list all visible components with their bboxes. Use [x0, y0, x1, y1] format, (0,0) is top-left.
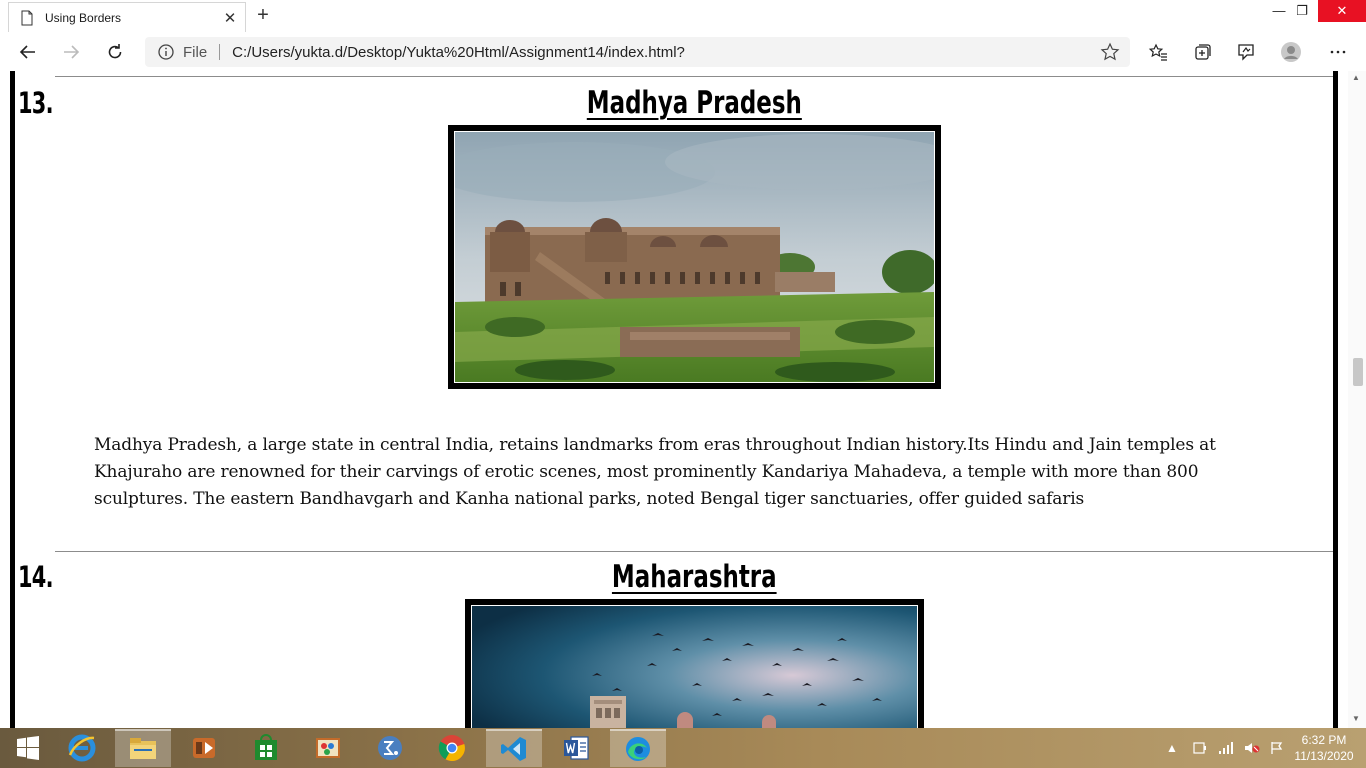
- scrollbar-thumb[interactable]: [1353, 358, 1363, 386]
- scheme-label: File: [183, 43, 208, 61]
- taskbar-internet-explorer[interactable]: [54, 729, 110, 767]
- profile-button[interactable]: [1280, 41, 1302, 63]
- url-text[interactable]: C:/Users/yukta.d/Desktop/Yukta%20Html/As…: [232, 44, 1100, 61]
- taskbar-media-player[interactable]: [176, 729, 232, 767]
- madhya-pradesh-photo: [448, 125, 941, 389]
- restore-button[interactable]: ❐: [1282, 0, 1322, 24]
- taskbar-word[interactable]: [548, 729, 604, 767]
- feedback-button[interactable]: [1235, 41, 1257, 63]
- taskbar-math-input[interactable]: [362, 729, 418, 767]
- show-hidden-icons-icon[interactable]: ▲: [1166, 741, 1178, 755]
- taskbar-chrome[interactable]: [424, 729, 480, 767]
- section-divider: [55, 76, 1333, 77]
- taskbar-paint[interactable]: [300, 729, 356, 767]
- word-icon: [564, 736, 589, 760]
- refresh-button[interactable]: [100, 38, 130, 66]
- clock-time: 6:32 PM: [1301, 733, 1347, 747]
- store-icon: [255, 734, 277, 760]
- taskbar-store[interactable]: [238, 729, 294, 767]
- chrome-icon: [438, 735, 465, 762]
- settings-menu-button[interactable]: [1327, 41, 1349, 63]
- clock-date: 11/13/2020: [1294, 749, 1354, 763]
- address-separator: [219, 44, 221, 60]
- info-icon[interactable]: [157, 43, 175, 61]
- favorite-star-icon[interactable]: [1100, 42, 1120, 62]
- page-border-right: [1333, 71, 1338, 728]
- scroll-up-arrow-icon[interactable]: ▲: [1352, 73, 1360, 82]
- forward-button[interactable]: [56, 38, 86, 66]
- volume-muted-icon[interactable]: [1244, 741, 1260, 755]
- favorites-list-icon: [1148, 43, 1167, 61]
- section-divider: [55, 551, 1333, 552]
- paint-icon: [316, 738, 340, 758]
- new-tab-button[interactable]: +: [252, 4, 274, 28]
- back-button[interactable]: [13, 38, 43, 66]
- section-title-text: Madhya Pradesh: [586, 85, 802, 121]
- vscode-icon: [501, 737, 526, 761]
- taskbar-edge[interactable]: [610, 729, 666, 767]
- refresh-icon: [108, 44, 122, 59]
- file-explorer-icon: [130, 738, 156, 759]
- tab-close-icon[interactable]: ✕: [219, 9, 241, 27]
- feedback-icon: [1238, 44, 1254, 61]
- more-dots-icon: [1330, 50, 1346, 54]
- page-icon: [19, 10, 35, 26]
- vertical-scrollbar[interactable]: ▲ ▼: [1348, 71, 1366, 728]
- collections-icon: [1195, 44, 1211, 60]
- battery-icon[interactable]: [1192, 741, 1208, 755]
- system-tray: ▲: [1166, 728, 1284, 768]
- scroll-down-arrow-icon[interactable]: ▼: [1352, 714, 1360, 723]
- section-title-text: Maharashtra: [611, 559, 777, 595]
- windows-taskbar: ▲ 6:32 PM 11/13/2020: [0, 728, 1366, 768]
- back-arrow-icon: [19, 45, 35, 59]
- browser-toolbar: File C:/Users/yukta.d/Desktop/Yukta%20Ht…: [0, 33, 1366, 71]
- windows-start-icon: [17, 736, 39, 760]
- tab-title: Using Borders: [45, 10, 122, 25]
- section-title: Madhya Pradesh: [0, 85, 1366, 121]
- math-input-icon: [378, 736, 402, 760]
- browser-title-bar: Using Borders ✕ + — ❐ ✕: [0, 0, 1366, 33]
- edge-icon: [626, 737, 650, 761]
- internet-explorer-icon: [68, 734, 96, 762]
- maharashtra-photo: [465, 599, 924, 728]
- address-bar[interactable]: File C:/Users/yukta.d/Desktop/Yukta%20Ht…: [145, 37, 1130, 67]
- collections-button[interactable]: [1191, 41, 1213, 63]
- browser-tab[interactable]: Using Borders ✕: [8, 2, 246, 32]
- taskbar-vscode[interactable]: [486, 729, 542, 767]
- forward-arrow-icon: [64, 45, 80, 59]
- network-signal-icon[interactable]: [1218, 741, 1234, 755]
- page-viewport[interactable]: 13. Madhya Pradesh Madhya Pradesh, a lar…: [0, 71, 1366, 728]
- close-window-button[interactable]: ✕: [1318, 0, 1366, 22]
- taskbar-file-explorer[interactable]: [115, 729, 171, 767]
- section-description: Madhya Pradesh, a large state in central…: [94, 435, 1216, 509]
- favorites-button[interactable]: [1147, 41, 1169, 63]
- page-border-left: [10, 71, 15, 728]
- action-center-flag-icon[interactable]: [1270, 741, 1284, 755]
- section-title: Maharashtra: [0, 559, 1366, 595]
- media-player-icon: [193, 738, 215, 758]
- taskbar-clock[interactable]: 6:32 PM 11/13/2020: [1288, 732, 1360, 764]
- avatar-icon: [1281, 42, 1301, 62]
- start-button[interactable]: [0, 729, 56, 767]
